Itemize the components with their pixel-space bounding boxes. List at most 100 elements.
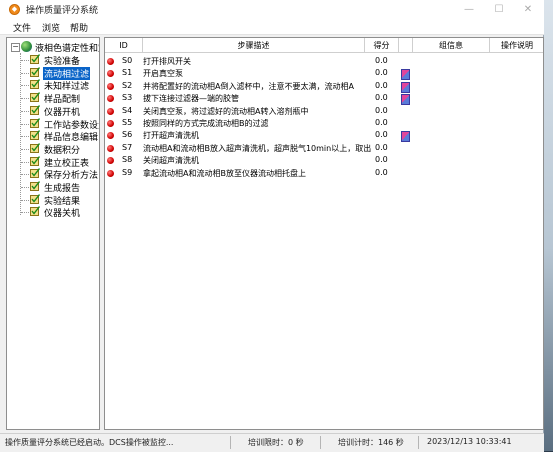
tree-item[interactable]: 实验结果 <box>21 193 99 207</box>
status-dot-icon <box>107 120 114 127</box>
tree-item[interactable]: 流动相过滤 <box>21 66 99 80</box>
step-id: S1 <box>122 68 133 78</box>
tree-connector <box>21 60 29 61</box>
column-header-id[interactable]: ID <box>105 38 143 53</box>
tree-root[interactable]: − 液相色谱定性和定 <box>11 41 100 54</box>
group-info-icon[interactable] <box>401 69 410 81</box>
task-node-icon <box>30 54 40 64</box>
table-row[interactable]: S0 打开排风开关 0.0 <box>105 56 543 68</box>
step-description: 关闭真空泵，将过滤好的流动相A转入溶剂瓶中 <box>143 106 309 116</box>
minimize-button[interactable]: — <box>455 2 483 17</box>
tree-item-label: 样品信息编辑 <box>44 133 99 144</box>
status-message: 操作质量评分系统已经启动。DCS操作被监控... <box>5 438 174 447</box>
table-row[interactable]: S7 流动相A和流动相B放入超声清洗机，超声脱气10min以上，取出 0.0 <box>105 142 543 155</box>
step-id: S5 <box>122 118 133 127</box>
status-dot-icon <box>107 144 114 152</box>
tree-root-label: 液相色谱定性和定 <box>35 44 100 54</box>
tree-item[interactable]: 样品信息编辑 <box>21 130 99 144</box>
task-node-icon <box>30 206 40 217</box>
status-bar: 操作质量评分系统已经启动。DCS操作被监控... 培训限时：0 秒 培训计时：1… <box>0 433 544 452</box>
status-dot-icon <box>107 95 114 103</box>
table-row[interactable]: S1 开启真空泵 0.0 <box>105 68 543 81</box>
step-id: S6 <box>122 130 133 140</box>
table-row[interactable]: S8 关闭超声清洗机 0.0 <box>105 155 543 167</box>
tree-item[interactable]: 仪器关机 <box>21 206 99 219</box>
column-header-score[interactable]: 得分 <box>365 38 399 53</box>
tree-item-label: 未知样过滤 <box>44 82 90 93</box>
globe-icon <box>21 41 32 52</box>
tree-item[interactable]: 仪器开机 <box>21 104 99 118</box>
step-score: 0.0 <box>375 105 388 115</box>
status-dot-icon <box>107 157 114 165</box>
step-score: 0.0 <box>375 142 388 152</box>
window-title: 操作质量评分系统 <box>26 6 99 16</box>
tree-item-label: 实验准备 <box>44 57 81 67</box>
close-button[interactable]: ✕ <box>514 2 542 17</box>
step-score: 0.0 <box>375 130 388 140</box>
tree-item[interactable]: 实验准备 <box>21 54 99 67</box>
status-dot-icon <box>107 82 114 90</box>
tree-connector <box>21 148 29 150</box>
status-separator <box>418 436 419 449</box>
status-dot-icon <box>107 132 114 140</box>
step-description: 打开排风开关 <box>143 57 191 66</box>
task-node-icon <box>30 92 40 103</box>
tree-connector <box>21 110 29 112</box>
status-dot-icon <box>107 107 114 115</box>
group-info-icon[interactable] <box>401 81 410 93</box>
task-node-icon <box>30 181 40 191</box>
status-dot-icon <box>107 169 114 177</box>
collapse-icon[interactable]: − <box>11 43 20 52</box>
column-header-step[interactable]: 步骤描述 <box>143 38 365 53</box>
task-node-icon <box>30 168 40 179</box>
status-separator <box>230 436 231 449</box>
tree-item[interactable]: 工作站参数设置 <box>21 117 99 131</box>
group-info-icon[interactable] <box>401 94 410 106</box>
step-description: 并将配置好的流动相A倒入滤杯中，注意不要太满，流动相A <box>143 81 354 91</box>
step-description: 按照同样的方式完成流动相B的过滤 <box>143 119 269 128</box>
step-score: 0.0 <box>375 167 388 177</box>
step-score: 0.0 <box>375 155 388 165</box>
tree-item-label: 保存分析方法 <box>44 171 99 182</box>
table-row[interactable]: S6 打开超声清洗机 0.0 <box>105 130 543 143</box>
tree-item-label: 建立校正表 <box>44 158 90 169</box>
table-row[interactable]: S4 关闭真空泵，将过滤好的流动相A转入溶剂瓶中 0.0 <box>105 105 543 118</box>
tree-item-label: 仪器开机 <box>44 107 81 118</box>
menu-browse[interactable]: 浏览 <box>42 21 60 34</box>
task-node-icon <box>30 142 40 153</box>
step-description: 打开超声清洗机 <box>143 131 199 141</box>
step-score: 0.0 <box>375 80 388 90</box>
step-tree-panel: − 液相色谱定性和定 实验准备流动相过滤未知样过滤样品配制仪器开机工作站参数设置… <box>6 37 100 430</box>
tree-connector <box>21 123 29 125</box>
step-description: 拿起流动相A和流动相B放至仪器流动相托盘上 <box>143 168 306 178</box>
tree-item-label: 生成报告 <box>44 184 81 194</box>
step-id: S3 <box>122 93 133 103</box>
tree-item[interactable]: 生成报告 <box>21 181 99 194</box>
column-header-instruction[interactable]: 操作说明 <box>490 38 543 53</box>
tree-item[interactable]: 未知样过滤 <box>21 79 99 93</box>
column-header-group[interactable]: 组信息 <box>413 38 490 53</box>
title-bar: ◆ 操作质量评分系统 — ☐ ✕ <box>0 0 544 19</box>
column-header-blank[interactable] <box>399 38 413 53</box>
tree-item[interactable]: 样品配制 <box>21 92 99 105</box>
table-row[interactable]: S9 拿起流动相A和流动相B放至仪器流动相托盘上 0.0 <box>105 167 543 180</box>
menu-bar: 文件 浏览 帮助 <box>0 19 544 35</box>
tree-connector <box>21 212 29 214</box>
step-id: S7 <box>122 142 133 152</box>
tree-item[interactable]: 保存分析方法 <box>21 168 99 182</box>
tree-item[interactable]: 建立校正表 <box>21 155 99 169</box>
step-score: 0.0 <box>375 68 388 78</box>
step-id: S9 <box>122 167 133 177</box>
table-row[interactable]: S2 并将配置好的流动相A倒入滤杯中，注意不要太满，流动相A 0.0 <box>105 80 543 93</box>
maximize-button[interactable]: ☐ <box>485 2 513 17</box>
menu-file[interactable]: 文件 <box>13 21 31 34</box>
table-row[interactable]: S3 拔下连接过滤器—端的胶管 0.0 <box>105 93 543 106</box>
table-row[interactable]: S5 按照同样的方式完成流动相B的过滤 0.0 <box>105 118 543 130</box>
status-datetime: 2023/12/13 10:33:41 <box>427 437 512 446</box>
tree-item[interactable]: 数据积分 <box>21 142 99 156</box>
tree-connector <box>21 98 29 100</box>
group-info-icon[interactable] <box>401 131 410 143</box>
desktop-background <box>544 0 553 451</box>
step-table: ID 步骤描述 得分 组信息 操作说明 S0 打开排风开关 0.0 S1 开启真空泵 0.… <box>104 37 544 430</box>
menu-help[interactable]: 帮助 <box>70 21 88 34</box>
